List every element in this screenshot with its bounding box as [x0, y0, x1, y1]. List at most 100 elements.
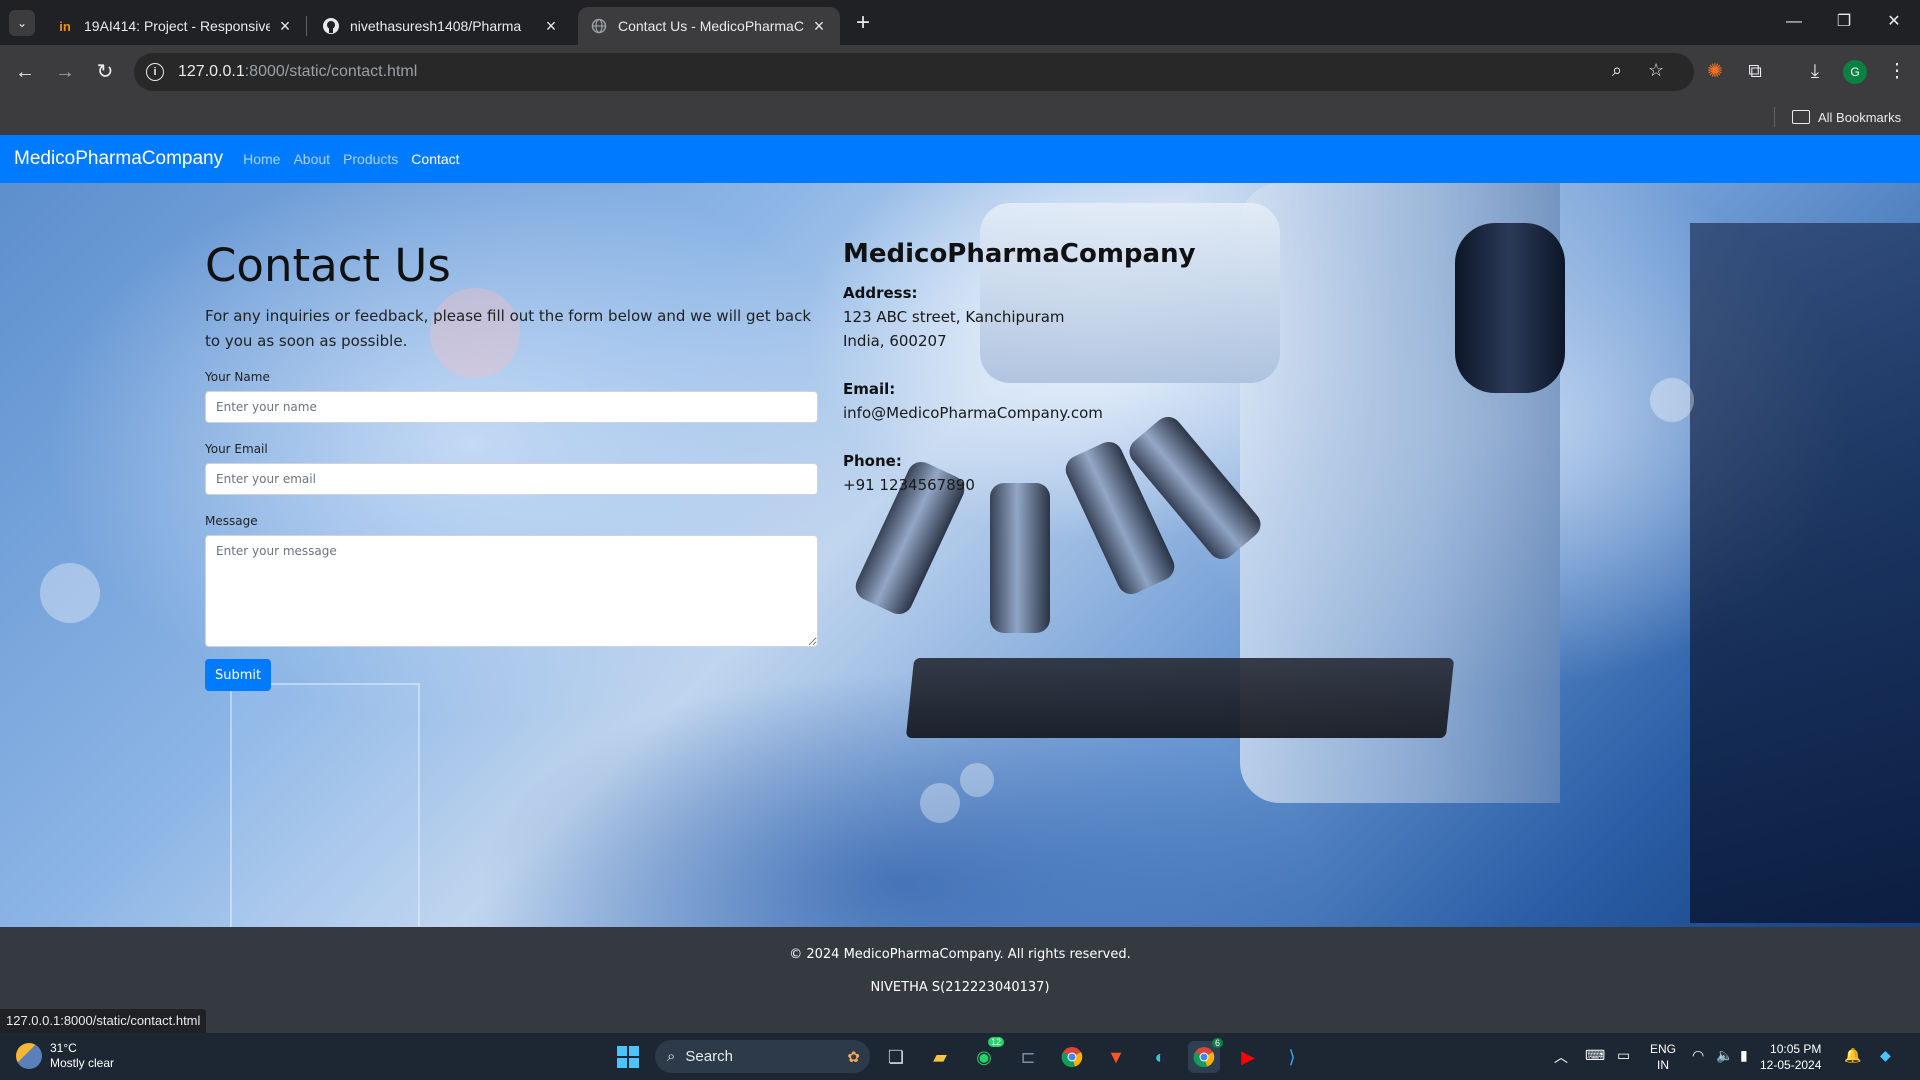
site-navbar: MedicoPharmaCompany Home About Products … [0, 135, 1920, 183]
search-icon: ⌕ [667, 1048, 676, 1065]
close-icon[interactable]: × [542, 16, 560, 37]
company-email: info@MedicoPharmaCompany.com [843, 404, 1103, 422]
clock-time: 10:05 PM [1770, 1042, 1822, 1056]
minimize-icon[interactable]: — [1768, 0, 1820, 44]
email-block: Email: info@MedicoPharmaCompany.com [843, 377, 1343, 425]
site-info-icon[interactable]: i [146, 63, 164, 81]
zoom-magnifier-icon[interactable]: ⌕ [1612, 60, 1622, 81]
tab-search-chevron-icon[interactable]: ⌄ [9, 10, 35, 36]
brave-icon[interactable]: ▼ [1100, 1041, 1132, 1073]
globe-icon [590, 17, 608, 35]
tab-contact[interactable]: Contact Us - MedicoPharmaCom × [578, 7, 840, 45]
hero-section: Contact Us For any inquiries or feedback… [0, 183, 1920, 927]
footer-copyright: © 2024 MedicoPharmaCompany. All rights r… [789, 947, 1131, 962]
language-indicator[interactable]: ENG IN [1650, 1041, 1676, 1073]
clock[interactable]: 10:05 PM 12-05-2024 [1760, 1041, 1821, 1073]
address-bar[interactable]: i 127.0.0.1:8000/static/contact.html ⌕ ☆ [134, 53, 1694, 91]
search-highlight-icon: ✿ [847, 1048, 860, 1066]
new-tab-plus-icon[interactable]: + [848, 8, 878, 38]
tray-chevron-up-icon[interactable]: ︿ [1554, 1047, 1568, 1067]
site-brand-link[interactable]: MedicoPharmaCompany [14, 148, 223, 170]
github-icon [322, 17, 340, 35]
tab-title: nivethasuresh1408/Pharma [350, 18, 522, 34]
submit-button[interactable]: Submit [205, 659, 272, 691]
whatsapp-icon[interactable]: ◉ 12 [968, 1037, 1004, 1073]
tab-separator [306, 16, 307, 36]
page-title: Contact Us [205, 239, 451, 292]
browser-tab-bar: ⌄ in 19AI414: Project - Responsive W × n… [0, 0, 1920, 45]
touch-keyboard-icon[interactable]: ▭ [1617, 1047, 1630, 1064]
nav-link-about[interactable]: About [293, 151, 330, 167]
tab-title: 19AI414: Project - Responsive W [84, 18, 270, 34]
battery-icon[interactable]: ▮ [1740, 1047, 1748, 1064]
profile-avatar[interactable]: G [1843, 60, 1867, 84]
phone-label: Phone: [843, 452, 902, 470]
nav-link-products[interactable]: Products [343, 151, 398, 167]
site-footer: © 2024 MedicoPharmaCompany. All rights r… [0, 927, 1920, 1033]
forward-arrow-icon[interactable]: → [50, 57, 80, 87]
nav-link-home[interactable]: Home [243, 151, 280, 167]
vscode-icon[interactable]: ⟩ [1276, 1041, 1308, 1073]
task-view-icon[interactable]: ❏ [880, 1041, 912, 1073]
tab-github[interactable]: nivethasuresh1408/Pharma × [310, 7, 572, 45]
address-label: Address: [843, 284, 918, 302]
volume-icon[interactable]: 🔈 [1716, 1047, 1733, 1064]
contact-form-column: Contact Us For any inquiries or feedback… [205, 239, 818, 691]
whatsapp-badge: 12 [987, 1037, 1004, 1047]
chrome-active-icon[interactable]: 6 [1188, 1038, 1223, 1073]
menu-kebab-icon[interactable]: ⋮ [1882, 57, 1912, 87]
language-region: IN [1657, 1058, 1669, 1072]
file-explorer-icon[interactable]: ▰ [924, 1041, 956, 1073]
status-bar-url: 127.0.0.1:8000/static/contact.html [0, 1009, 207, 1033]
url-text[interactable]: 127.0.0.1:8000/static/contact.html [178, 63, 417, 81]
name-input[interactable] [205, 391, 818, 423]
bookmark-star-icon[interactable]: ☆ [1648, 60, 1664, 81]
window-close-icon[interactable]: ✕ [1868, 0, 1920, 44]
weather-desc: Mostly clear [50, 1056, 115, 1070]
phone-block: Phone: +91 1234567890 [843, 449, 1343, 497]
youtube-icon[interactable]: ▶ [1232, 1041, 1264, 1073]
weather-widget[interactable]: 31°C Mostly clear [16, 1041, 114, 1071]
background-bokeh [920, 783, 960, 823]
extension-flame-icon[interactable]: ✺ [1700, 57, 1730, 87]
bookmarks-separator [1774, 107, 1775, 127]
windows-taskbar: 31°C Mostly clear ⌕ Search ✿ ❏ ▰ ◉ 12 ⊏ ▼… [0, 1033, 1920, 1080]
nav-link-contact[interactable]: Contact [411, 151, 459, 167]
company-name: MedicoPharmaCompany [843, 239, 1196, 269]
copilot-icon[interactable]: ◆ [1880, 1047, 1891, 1064]
address-line-1: 123 ABC street, Kanchipuram [843, 308, 1065, 326]
weather-temp: 31°C [50, 1041, 77, 1055]
back-arrow-icon[interactable]: ← [10, 57, 40, 87]
all-bookmarks-button[interactable]: All Bookmarks [1792, 99, 1901, 135]
company-info-column: MedicoPharmaCompany Address: 123 ABC str… [843, 239, 1343, 521]
chrome-icon[interactable] [1056, 1041, 1088, 1073]
reload-icon[interactable]: ↻ [90, 57, 120, 87]
restore-icon[interactable]: ❐ [1818, 0, 1870, 44]
windows-start-icon[interactable] [612, 1041, 644, 1073]
company-phone: +91 1234567890 [843, 476, 975, 494]
email-field-label: Your Email [205, 442, 268, 456]
contact-intro-text: For any inquiries or feedback, please fi… [205, 307, 812, 350]
bookmarks-bar: All Bookmarks [0, 99, 1920, 135]
extensions-puzzle-icon[interactable]: ⧉ [1740, 57, 1770, 87]
edge-icon[interactable]: ◐ [1144, 1041, 1176, 1073]
close-icon[interactable]: × [810, 16, 828, 37]
background-bokeh [960, 763, 994, 797]
keyboard-icon[interactable]: ⌨ [1585, 1047, 1605, 1064]
background-beaker [230, 683, 420, 927]
download-icon[interactable]: ⤓ [1800, 57, 1830, 87]
chrome-badge: 6 [1211, 1038, 1223, 1048]
notification-bell-icon[interactable]: 🔔 [1844, 1047, 1861, 1064]
close-icon[interactable]: × [276, 16, 294, 37]
background-microscope-stage [905, 658, 1455, 738]
clock-date: 12-05-2024 [1760, 1058, 1822, 1072]
email-input[interactable] [205, 463, 818, 495]
language-code: ENG [1650, 1042, 1677, 1056]
taskbar-search-label: Search [685, 1048, 733, 1065]
app-icon[interactable]: ⊏ [1012, 1041, 1044, 1073]
tab-project[interactable]: in 19AI414: Project - Responsive W × [44, 7, 306, 45]
background-bokeh [40, 563, 100, 623]
taskbar-search[interactable]: ⌕ Search ✿ [655, 1040, 870, 1073]
wifi-icon[interactable]: ◠ [1692, 1047, 1704, 1064]
message-textarea[interactable] [205, 535, 818, 647]
